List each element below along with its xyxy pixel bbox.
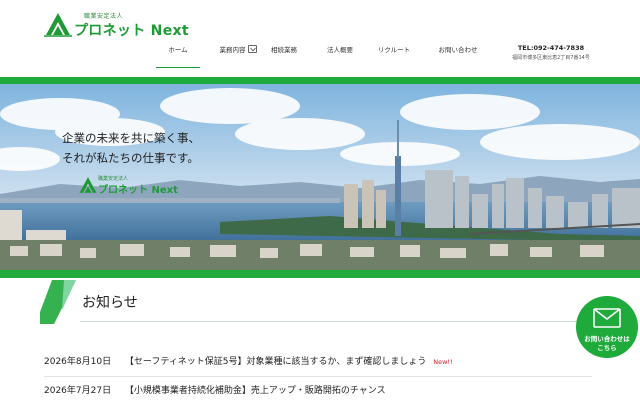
nav-services[interactable]: 業務内容 xyxy=(216,40,260,68)
nav-contact-label: お問い合わせ xyxy=(438,46,478,54)
nav-recruit-label: リクルート xyxy=(377,46,411,54)
header-contact: TEL:092-474-7838 福岡市博多区東比恵2丁目7番14号 xyxy=(505,44,597,61)
hero-logo-mark-icon xyxy=(79,177,97,193)
news-title: お知らせ xyxy=(82,295,138,311)
contact-float-button[interactable]: お問い合わせは こちら xyxy=(576,296,638,358)
contact-float-label-2: こちら xyxy=(597,344,617,352)
site-header: 職業安定法人 プロネット Next ホーム 業務内容 相続業務 法人概要 リクル… xyxy=(0,0,640,76)
mail-icon xyxy=(593,308,621,328)
hero-logo-name: プロネット Next xyxy=(98,185,178,196)
nav-home-label: ホーム xyxy=(168,46,188,54)
news-item[interactable]: 2026年8月10日 【セーフティネット保証5号】対象業種に該当するか、まず確認… xyxy=(44,352,453,372)
hero-divider xyxy=(0,270,640,278)
section-accent-icon xyxy=(40,280,76,324)
news-date: 2026年7月27日 xyxy=(44,386,112,396)
hero-logo: 職業安定法人 プロネット Next xyxy=(78,175,188,197)
news-divider xyxy=(44,376,592,377)
news-date: 2026年8月10日 xyxy=(44,357,112,367)
nav-inheritance[interactable]: 相続業務 xyxy=(266,40,302,68)
news-text[interactable]: 【セーフティネット保証5号】対象業種に該当するか、まず確認しましょう xyxy=(125,357,426,367)
hero-line-2: それが私たちの仕事です。 xyxy=(62,151,199,165)
nav-services-label: 業務内容 xyxy=(219,46,246,54)
logo-subtitle: 職業安定法人 xyxy=(84,13,124,20)
office-address: 福岡市博多区東比恵2丁目7番14号 xyxy=(512,55,590,61)
nav-recruit[interactable]: リクルート xyxy=(374,40,414,68)
nav-inheritance-label: 相続業務 xyxy=(271,46,297,54)
nav-contact[interactable]: お問い合わせ xyxy=(434,40,482,68)
phone-number[interactable]: TEL:092-474-7838 xyxy=(505,44,597,52)
new-badge: New!! xyxy=(433,358,453,366)
nav-home[interactable]: ホーム xyxy=(156,40,200,68)
chevron-down-icon[interactable] xyxy=(247,45,257,53)
logo-name: プロネット Next xyxy=(74,23,189,39)
news-text[interactable]: 【小規模事業者持続化補助金】売上アップ・販路開拓のチャンス xyxy=(125,386,386,396)
news-title-underline xyxy=(80,321,600,322)
hero-tagline: 企業の未来を共に築く事、 それが私たちの仕事です。 xyxy=(62,128,200,168)
hero-banner: 企業の未来を共に築く事、 それが私たちの仕事です。 職業安定法人 プロネット N… xyxy=(0,84,640,270)
header-divider xyxy=(0,77,640,84)
site-logo[interactable]: 職業安定法人 プロネット Next xyxy=(44,10,189,40)
nav-company-label: 法人概要 xyxy=(327,46,353,54)
hero-line-1: 企業の未来を共に築く事、 xyxy=(62,131,200,145)
logo-mark-icon xyxy=(44,13,72,37)
news-header: お知らせ xyxy=(40,280,600,328)
nav-company[interactable]: 法人概要 xyxy=(322,40,358,68)
news-item[interactable]: 2026年7月27日 【小規模事業者持続化補助金】売上アップ・販路開拓のチャンス xyxy=(44,381,386,400)
